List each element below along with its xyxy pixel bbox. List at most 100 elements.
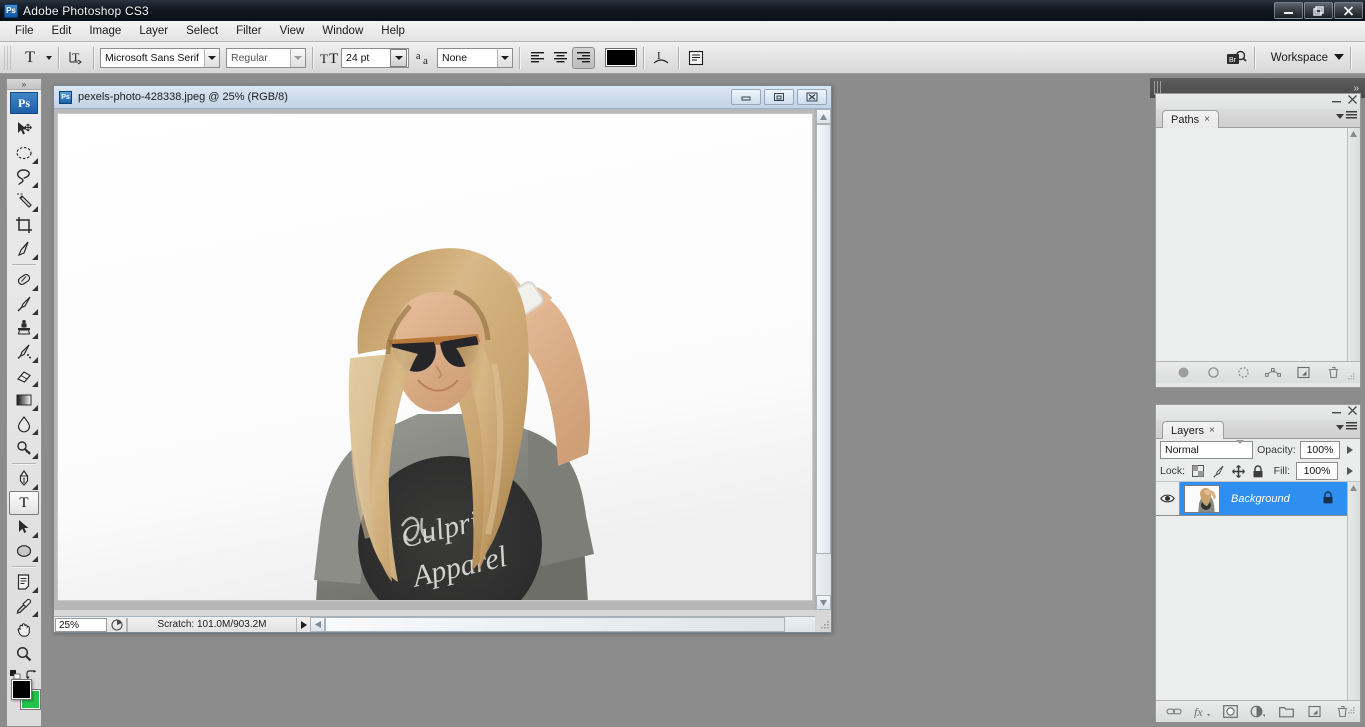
menu-window[interactable]: Window <box>313 23 372 39</box>
toolbox-ps-badge[interactable]: Ps <box>10 92 38 114</box>
document-close-button[interactable] <box>797 89 827 105</box>
add-layer-mask-icon[interactable] <box>1222 704 1238 720</box>
blend-mode-combo[interactable]: Normal <box>1160 440 1254 459</box>
tab-layers-close-icon[interactable]: × <box>1209 425 1215 436</box>
chevron-down-icon[interactable] <box>290 48 305 67</box>
tool-crop[interactable] <box>9 213 39 237</box>
lock-transparent-pixels-icon[interactable] <box>1191 464 1205 478</box>
menu-view[interactable]: View <box>271 23 314 39</box>
delete-path-icon[interactable] <box>1325 365 1341 381</box>
document-title-bar[interactable]: Ps pexels-photo-428338.jpeg @ 25% (RGB/8… <box>54 86 831 109</box>
scroll-left-button[interactable] <box>310 617 325 632</box>
tool-magic-wand[interactable] <box>9 189 39 213</box>
layers-list[interactable]: Background <box>1156 482 1360 700</box>
new-layer-icon[interactable] <box>1306 704 1322 720</box>
text-orientation-icon[interactable]: T <box>65 47 87 69</box>
lock-all-icon[interactable] <box>1251 464 1265 478</box>
character-paragraph-palettes-icon[interactable] <box>685 47 707 69</box>
layers-close-button[interactable] <box>1348 406 1357 418</box>
tab-paths[interactable]: Paths × <box>1162 110 1219 128</box>
document-minimize-button[interactable] <box>731 89 761 105</box>
paths-close-button[interactable] <box>1348 95 1357 107</box>
opacity-input[interactable]: 100% <box>1299 441 1341 459</box>
layers-panel-resize-grip[interactable] <box>1347 706 1356 718</box>
opacity-slider-arrow-icon[interactable] <box>1344 441 1356 459</box>
text-color-swatch[interactable] <box>605 48 637 67</box>
tool-healing-brush[interactable] <box>9 268 39 292</box>
minimize-button[interactable] <box>1274 2 1303 19</box>
layers-panel-menu-button[interactable] <box>1336 422 1357 431</box>
layer-name[interactable]: Background <box>1231 493 1290 505</box>
proxy-preview-icon[interactable] <box>107 617 127 632</box>
menu-filter[interactable]: Filter <box>227 23 271 39</box>
menu-layer[interactable]: Layer <box>130 23 177 39</box>
lock-position-icon[interactable] <box>1231 464 1245 478</box>
tool-lasso[interactable] <box>9 165 39 189</box>
chevron-down-icon[interactable] <box>204 48 219 67</box>
tool-zoom[interactable] <box>9 642 39 666</box>
close-button[interactable] <box>1334 2 1363 19</box>
paths-minimize-button[interactable] <box>1332 96 1341 107</box>
tool-pen[interactable] <box>9 467 39 491</box>
tool-eraser[interactable] <box>9 364 39 388</box>
chevron-down-icon[interactable] <box>497 48 512 67</box>
fill-input[interactable]: 100% <box>1296 462 1338 480</box>
zoom-level-input[interactable]: 25% <box>55 617 107 632</box>
stroke-path-with-brush-icon[interactable] <box>1205 365 1221 381</box>
layers-minimize-button[interactable] <box>1332 407 1341 418</box>
menu-image[interactable]: Image <box>80 23 130 39</box>
tool-ellipse-shape[interactable] <box>9 539 39 563</box>
scroll-up-button[interactable] <box>816 109 831 124</box>
menu-edit[interactable]: Edit <box>43 23 81 39</box>
tool-dodge[interactable] <box>9 436 39 460</box>
fill-path-with-foreground-icon[interactable] <box>1175 365 1191 381</box>
go-to-bridge-icon[interactable]: Br <box>1226 47 1248 69</box>
tool-blur[interactable] <box>9 412 39 436</box>
tool-elliptical-marquee[interactable] <box>9 141 39 165</box>
tool-notes[interactable] <box>9 570 39 594</box>
table-row[interactable]: Background <box>1156 482 1360 516</box>
status-menu-arrow-icon[interactable] <box>296 617 310 632</box>
chevron-down-icon[interactable] <box>1236 440 1252 456</box>
layer-visibility-toggle[interactable] <box>1156 482 1180 515</box>
lock-image-pixels-icon[interactable] <box>1211 464 1225 478</box>
font-size-combo[interactable]: 24 pt <box>341 47 409 68</box>
menu-help[interactable]: Help <box>372 23 414 39</box>
new-group-icon[interactable] <box>1278 704 1294 720</box>
menu-select[interactable]: Select <box>177 23 227 39</box>
paths-panel-menu-button[interactable] <box>1336 111 1357 120</box>
new-adjustment-layer-icon[interactable] <box>1250 704 1266 720</box>
canvas-horizontal-scrollbar[interactable] <box>310 616 815 632</box>
link-layers-icon[interactable] <box>1166 704 1182 720</box>
layers-scroll-up-button[interactable] <box>1348 482 1359 493</box>
active-tool-preset-icon[interactable]: T <box>15 46 45 70</box>
window-resize-grip[interactable] <box>818 619 830 631</box>
document-restore-button[interactable] <box>764 89 794 105</box>
toolbox-collapse-handle[interactable]: » <box>7 79 41 90</box>
tool-preset-chevron-down-icon[interactable] <box>46 55 52 60</box>
anti-alias-combo[interactable]: None <box>437 47 513 68</box>
align-center-button[interactable] <box>549 47 572 69</box>
font-style-combo[interactable]: Regular <box>226 47 306 68</box>
align-right-button[interactable] <box>572 46 595 69</box>
tool-gradient[interactable] <box>9 388 39 412</box>
options-bar-grip[interactable] <box>4 45 11 70</box>
tool-clone-stamp[interactable] <box>9 316 39 340</box>
tool-path-selection[interactable] <box>9 515 39 539</box>
restore-button[interactable] <box>1304 2 1333 19</box>
scroll-thumb-vertical[interactable] <box>816 124 831 554</box>
fill-slider-arrow-icon[interactable] <box>1344 462 1356 480</box>
warp-text-icon[interactable]: I <box>650 47 672 69</box>
paths-panel-resize-grip[interactable] <box>1347 372 1356 384</box>
tool-horizontal-type[interactable]: T <box>9 491 39 515</box>
scroll-down-button[interactable] <box>816 595 831 610</box>
tab-paths-close-icon[interactable]: × <box>1204 114 1210 125</box>
add-layer-style-icon[interactable]: fx <box>1194 704 1210 720</box>
tool-eyedropper[interactable] <box>9 594 39 618</box>
image-canvas[interactable]: Culprit Apparel <box>57 113 813 601</box>
create-new-path-icon[interactable] <box>1295 365 1311 381</box>
tool-history-brush[interactable] <box>9 340 39 364</box>
tool-slice[interactable] <box>9 237 39 261</box>
paths-panel-scrollbar[interactable] <box>1347 128 1360 361</box>
chevron-down-icon[interactable] <box>390 48 407 67</box>
